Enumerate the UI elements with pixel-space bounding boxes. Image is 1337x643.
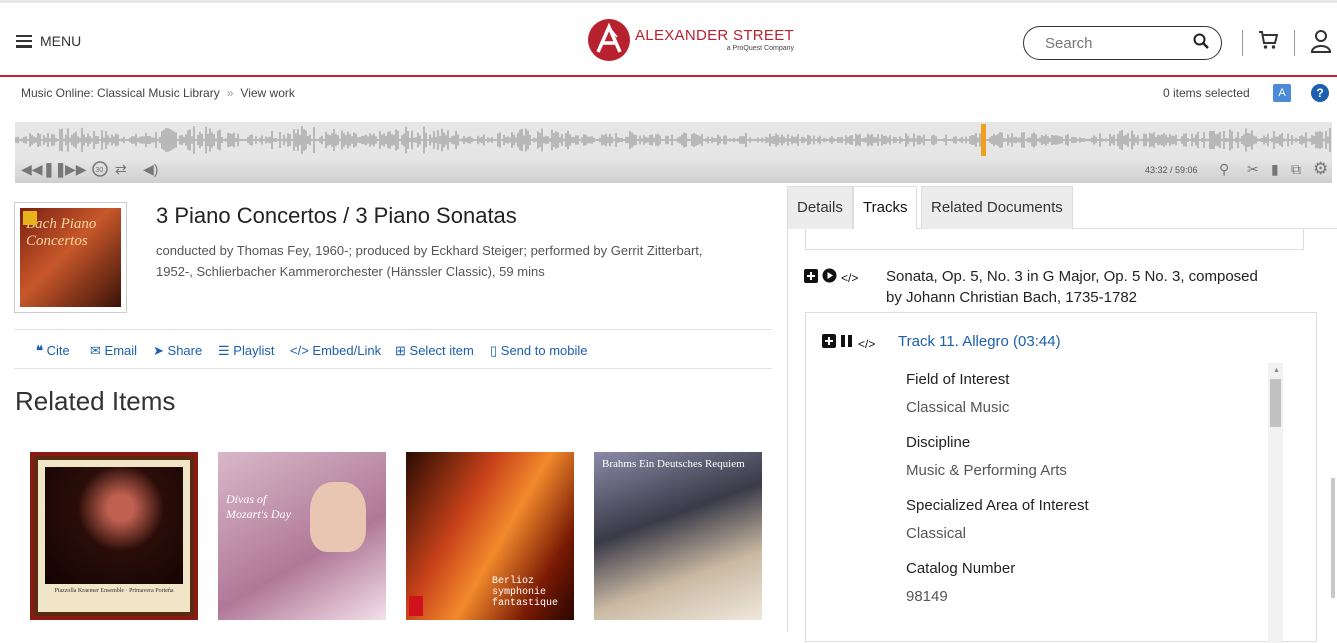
repeat-icon[interactable]: ⇄ bbox=[115, 161, 127, 178]
share-link[interactable]: ➤ Share bbox=[153, 343, 202, 359]
volume-icon[interactable]: ◀) bbox=[143, 161, 158, 178]
album-cover: Bach Piano Concertos bbox=[14, 202, 127, 313]
credits-line: conducted by Thomas Fey, 1960-; produced… bbox=[156, 243, 703, 258]
site-header: MENU ALEXANDER STREET a ProQuest Company bbox=[0, 0, 1337, 77]
field-value: 98149 bbox=[906, 588, 948, 605]
scrollbar-thumb[interactable] bbox=[1270, 379, 1281, 427]
add-icon[interactable] bbox=[822, 334, 836, 353]
mobile-icon: ▯ bbox=[490, 343, 498, 358]
action-bar: ❝ Cite ✉ Email ➤ Share ☰ Playlist </> Em… bbox=[14, 329, 772, 369]
cart-icon[interactable] bbox=[1258, 30, 1279, 55]
playlist-link[interactable]: ☰ Playlist bbox=[218, 343, 274, 359]
header-divider bbox=[1294, 30, 1295, 56]
related-item-thumbnail[interactable]: Brahms Ein Deutsches Requiem bbox=[594, 452, 762, 620]
hamburger-icon bbox=[16, 34, 32, 48]
help-icon[interactable]: ? bbox=[1311, 84, 1329, 102]
skip-back-30-icon[interactable]: 30 bbox=[91, 160, 109, 181]
rewind-icon[interactable]: ◀◀ bbox=[21, 161, 43, 178]
translate-icon[interactable]: A bbox=[1273, 84, 1291, 102]
field-value: Classical Music bbox=[906, 399, 1010, 416]
list-icon: ☰ bbox=[218, 343, 230, 358]
breadcrumb-item: View work bbox=[240, 86, 295, 100]
tab-tracks[interactable]: Tracks bbox=[853, 186, 918, 229]
search-icon[interactable] bbox=[1193, 33, 1209, 54]
track-title-link[interactable]: Track 11. Allegro (03:44) bbox=[898, 333, 1061, 350]
cover-lettering: Bach Piano Concertos bbox=[26, 216, 97, 249]
fast-forward-icon[interactable]: ▶▶ bbox=[65, 161, 87, 178]
credits-line: 1952-, Schlierbacher Kammerorchester (Hä… bbox=[156, 264, 545, 279]
track-card: </> Track 11. Allegro (03:44) Field of I… bbox=[805, 312, 1317, 643]
user-icon[interactable] bbox=[1310, 29, 1332, 58]
logo-text: ALEXANDER STREET bbox=[635, 27, 795, 44]
send-to-mobile-link[interactable]: ▯ Send to mobile bbox=[490, 343, 588, 359]
zoom-icon[interactable]: ⚲ bbox=[1219, 161, 1229, 178]
embed-link[interactable]: </> Embed/Link bbox=[290, 343, 381, 358]
plus-square-icon: ⊞ bbox=[395, 343, 406, 358]
embed-code-icon[interactable]: </> bbox=[858, 337, 875, 351]
settings-gear-icon[interactable]: ⚙ bbox=[1313, 159, 1328, 179]
fields-scrollbar[interactable]: ▲ bbox=[1268, 363, 1283, 643]
playback-cursor[interactable] bbox=[981, 124, 986, 156]
copy-icon[interactable]: ⧉ bbox=[1291, 161, 1301, 178]
field-label: Catalog Number bbox=[906, 560, 1016, 577]
track-controls: </> bbox=[822, 334, 875, 353]
logo-mark-icon bbox=[588, 19, 630, 61]
breadcrumb: Music Online: Classical Music Library » … bbox=[21, 86, 295, 100]
related-item-thumbnail[interactable]: Berlioz symphonie fantastique bbox=[406, 452, 574, 620]
code-icon: </> bbox=[290, 343, 309, 358]
previous-track-box bbox=[805, 229, 1304, 250]
tab-bar: Details Tracks Related Documents bbox=[787, 186, 1337, 229]
related-item-caption: Brahms Ein Deutsches Requiem bbox=[602, 458, 745, 470]
envelope-icon: ✉ bbox=[90, 343, 101, 358]
pause-icon[interactable] bbox=[840, 334, 854, 353]
breadcrumb-separator: » bbox=[226, 86, 234, 100]
tracks-panel: </> Sonata, Op. 5, No. 3 in G Major, Op.… bbox=[787, 229, 1323, 643]
audio-player: ◀◀ ❚❚ ▶▶ 30 ⇄ ◀) 43:32 / 59:06 ⚲ ✂ ▮ ⧉ ⚙ bbox=[15, 122, 1332, 183]
menu-label: MENU bbox=[40, 33, 82, 49]
related-items-heading: Related Items bbox=[15, 386, 176, 416]
logo-subtext: a ProQuest Company bbox=[726, 45, 795, 52]
album-cover-art: Bach Piano Concertos bbox=[20, 208, 121, 307]
add-icon[interactable] bbox=[804, 268, 818, 288]
share-icon: ➤ bbox=[153, 343, 164, 358]
related-item-caption: Piazzolla Kraemer Ensemble · Primavera P… bbox=[54, 588, 174, 595]
embed-code-icon[interactable]: </> bbox=[841, 271, 858, 285]
field-value: Music & Performing Arts bbox=[906, 462, 1067, 479]
field-label: Specialized Area of Interest bbox=[906, 497, 1089, 514]
select-item-link[interactable]: ⊞ Select item bbox=[395, 343, 474, 359]
site-logo[interactable]: ALEXANDER STREET a ProQuest Company bbox=[588, 19, 794, 61]
waveform[interactable] bbox=[15, 122, 1332, 158]
field-value: Classical bbox=[906, 525, 967, 542]
work-controls: </> bbox=[804, 268, 858, 288]
record-title: 3 Piano Concertos / 3 Piano Sonatas bbox=[156, 203, 517, 228]
email-link[interactable]: ✉ Email bbox=[90, 343, 137, 359]
page-scrollbar-thumb[interactable] bbox=[1331, 478, 1335, 598]
search-input[interactable] bbox=[1043, 33, 1193, 53]
related-item-thumbnail[interactable]: Divas of Mozart's Day bbox=[218, 452, 386, 620]
menu-button[interactable]: MENU bbox=[16, 33, 81, 49]
related-item-caption: Divas of Mozart's Day bbox=[226, 492, 291, 521]
quote-icon: ❝ bbox=[36, 343, 43, 358]
track-fields: Field of Interest Classical Music Discip… bbox=[906, 371, 1266, 605]
scissors-icon[interactable]: ✂ bbox=[1247, 161, 1259, 178]
search-box bbox=[1023, 26, 1222, 60]
header-divider bbox=[1242, 30, 1243, 56]
pause-icon[interactable]: ❚❚ bbox=[43, 161, 66, 178]
work-title: Sonata, Op. 5, No. 3 in G Major, Op. 5 N… bbox=[886, 268, 1258, 306]
tab-details[interactable]: Details bbox=[787, 186, 853, 229]
cite-link[interactable]: ❝ Cite bbox=[36, 343, 70, 359]
related-item-caption: Berlioz symphonie fantastique bbox=[492, 576, 559, 609]
bookmark-icon[interactable]: ▮ bbox=[1271, 161, 1279, 178]
svg-text:30: 30 bbox=[96, 167, 104, 174]
breadcrumb-item[interactable]: Music Online: Classical Music Library bbox=[21, 86, 220, 100]
tab-related-documents[interactable]: Related Documents bbox=[921, 186, 1073, 229]
play-icon[interactable] bbox=[822, 268, 837, 288]
playback-time: 43:32 / 59:06 bbox=[1145, 165, 1198, 175]
field-label: Discipline bbox=[906, 434, 971, 451]
player-controls: ◀◀ ❚❚ ▶▶ 30 ⇄ ◀) 43:32 / 59:06 ⚲ ✂ ▮ ⧉ ⚙ bbox=[15, 158, 1332, 183]
record-credits: conducted by Thomas Fey, 1960-; produced… bbox=[156, 240, 756, 282]
related-item-thumbnail[interactable]: Piazzolla Kraemer Ensemble · Primavera P… bbox=[30, 452, 198, 620]
field-label: Field of Interest bbox=[906, 371, 1010, 388]
items-selected-count[interactable]: 0 items selected bbox=[1163, 86, 1250, 100]
